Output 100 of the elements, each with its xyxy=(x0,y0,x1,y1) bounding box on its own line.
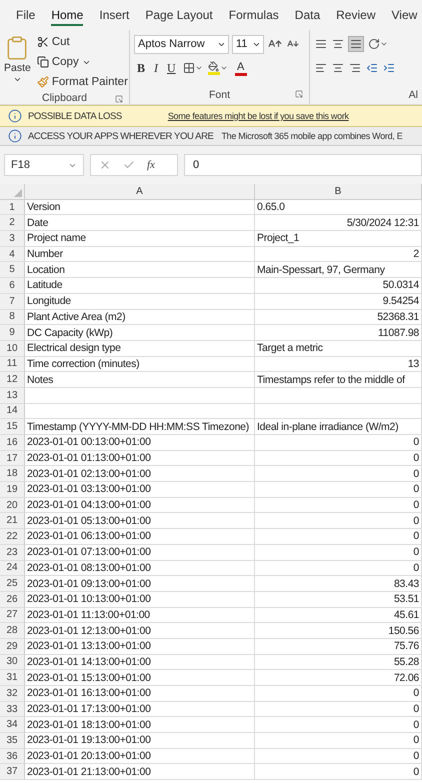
bold-button[interactable]: B xyxy=(134,58,148,78)
row-header[interactable]: 15 xyxy=(0,419,25,435)
copy-button[interactable]: Copy xyxy=(34,53,130,71)
row-header[interactable]: 37 xyxy=(0,764,25,780)
row-header[interactable]: 27 xyxy=(0,608,25,624)
table-cell: DC Capacity (kWp) xyxy=(25,325,255,341)
ribbon-tab[interactable]: Formulas xyxy=(220,3,287,27)
row-header[interactable]: 9 xyxy=(0,325,25,341)
ribbon-tab[interactable]: Page Layout xyxy=(137,3,221,27)
ribbon-tab[interactable]: Home xyxy=(43,3,92,27)
row-header[interactable]: 19 xyxy=(0,482,25,498)
row-header[interactable]: 16 xyxy=(0,435,25,451)
table-cell: 11087.98 xyxy=(255,325,422,341)
table-cell: 2023-01-01 09:13:00+01:00 xyxy=(25,576,255,592)
copy-icon xyxy=(36,56,49,68)
row-header[interactable]: 12 xyxy=(0,372,25,388)
row-header[interactable]: 23 xyxy=(0,544,25,560)
ribbon-tab[interactable]: File xyxy=(8,3,44,27)
row-header[interactable]: 18 xyxy=(0,466,25,482)
group-label: Font xyxy=(208,89,230,101)
table-cell: Timestamps refer to the middle of xyxy=(255,372,422,388)
borders-icon[interactable] xyxy=(182,61,204,75)
group-label: Al xyxy=(408,89,418,101)
table-cell: 2023-01-01 00:13:00+01:00 xyxy=(25,435,255,451)
cut-button[interactable]: Cut xyxy=(34,33,130,51)
orientation-icon[interactable] xyxy=(367,37,389,51)
row-header[interactable]: 13 xyxy=(0,388,25,404)
name-box[interactable]: F18 xyxy=(4,154,84,176)
row-header[interactable]: 1 xyxy=(0,200,25,216)
row-header[interactable]: 22 xyxy=(0,529,25,545)
row-header[interactable]: 31 xyxy=(0,670,25,686)
italic-button[interactable]: I xyxy=(151,58,162,78)
ribbon-tab[interactable]: Review xyxy=(328,3,384,27)
paste-button[interactable]: Paste xyxy=(4,33,31,91)
formula-input[interactable]: 0 xyxy=(184,154,422,176)
table-cell: Project_1 xyxy=(255,231,422,247)
insert-function-button[interactable]: fx xyxy=(147,159,155,171)
row-header[interactable]: 14 xyxy=(0,404,25,420)
row-header[interactable]: 5 xyxy=(0,262,25,278)
table-cell: 2023-01-01 12:13:00+01:00 xyxy=(25,623,255,639)
underline-button[interactable]: U xyxy=(164,58,179,78)
row-header[interactable]: 7 xyxy=(0,294,25,310)
row-header[interactable]: 17 xyxy=(0,450,25,466)
align-center-icon[interactable] xyxy=(331,61,345,75)
align-middle-icon[interactable] xyxy=(331,37,345,51)
row-header[interactable]: 20 xyxy=(0,498,25,514)
row-header[interactable]: 29 xyxy=(0,638,25,655)
row-header[interactable]: 26 xyxy=(0,592,25,608)
row-header[interactable]: 3 xyxy=(0,231,25,247)
align-right-icon[interactable] xyxy=(348,61,362,75)
row-header[interactable]: 10 xyxy=(0,340,25,357)
align-top-icon[interactable] xyxy=(314,37,328,51)
table-cell: 72.06 xyxy=(255,670,422,686)
ribbon-tab[interactable]: Insert xyxy=(91,3,138,27)
ribbon-tab[interactable]: Data xyxy=(286,3,328,27)
align-left-icon[interactable] xyxy=(314,61,328,75)
ribbon-tab[interactable]: View xyxy=(384,3,422,27)
table-cell: 0.65.0 xyxy=(255,200,422,216)
column-header[interactable]: B xyxy=(255,184,422,200)
row-header[interactable]: 25 xyxy=(0,576,25,592)
table-cell: Timestamp (YYYY-MM-DD HH:MM:SS Timezone) xyxy=(25,419,255,435)
table-cell: 50.0314 xyxy=(255,278,422,294)
decrease-indent-icon[interactable] xyxy=(365,61,379,75)
row-header[interactable]: 30 xyxy=(0,654,25,670)
row-header[interactable]: 34 xyxy=(0,717,25,734)
notice-title: ACCESS YOUR APPS WHEREVER YOU ARE xyxy=(28,130,214,142)
table-cell: 0 xyxy=(255,482,422,498)
table-cell: 0 xyxy=(255,764,422,780)
column-header[interactable]: A xyxy=(25,184,255,200)
font-size-dropdown[interactable]: 11 xyxy=(232,34,264,54)
row-header[interactable]: 21 xyxy=(0,513,25,530)
row-header[interactable]: 8 xyxy=(0,310,25,326)
dialog-launcher-icon[interactable] xyxy=(295,90,303,98)
table-cell: Notes xyxy=(25,372,255,388)
row-header[interactable]: 36 xyxy=(0,748,25,764)
format-painter-button[interactable]: Format Painter xyxy=(34,73,130,91)
font-name-dropdown[interactable]: Aptos Narrow xyxy=(134,34,229,54)
row-header[interactable]: 32 xyxy=(0,686,25,702)
table-cell: 0 xyxy=(255,702,422,718)
row-header[interactable]: 35 xyxy=(0,733,25,749)
increase-indent-icon[interactable] xyxy=(382,61,396,75)
row-header[interactable]: 33 xyxy=(0,702,25,718)
align-bottom-icon[interactable] xyxy=(348,36,364,52)
info-icon xyxy=(8,129,22,143)
dialog-launcher-icon[interactable] xyxy=(115,95,123,103)
font-color-button[interactable]: A xyxy=(232,58,250,78)
table-cell: 0 xyxy=(255,560,422,576)
fill-color-icon[interactable] xyxy=(206,60,229,76)
row-header[interactable]: 11 xyxy=(0,356,25,372)
paintbrush-icon xyxy=(36,76,49,88)
row-header[interactable]: 28 xyxy=(0,623,25,639)
table-cell: 2023-01-01 01:13:00+01:00 xyxy=(25,450,255,466)
notice-link[interactable]: Some features might be lost if you save this work xyxy=(168,111,349,121)
table-cell: 75.76 xyxy=(255,638,422,655)
row-header[interactable]: 6 xyxy=(0,278,25,294)
row-header[interactable]: 2 xyxy=(0,215,25,232)
table-cell: 2023-01-01 14:13:00+01:00 xyxy=(25,654,255,670)
row-header[interactable]: 4 xyxy=(0,246,25,262)
chevron-down-icon[interactable] xyxy=(12,75,22,84)
row-header[interactable]: 24 xyxy=(0,560,25,576)
